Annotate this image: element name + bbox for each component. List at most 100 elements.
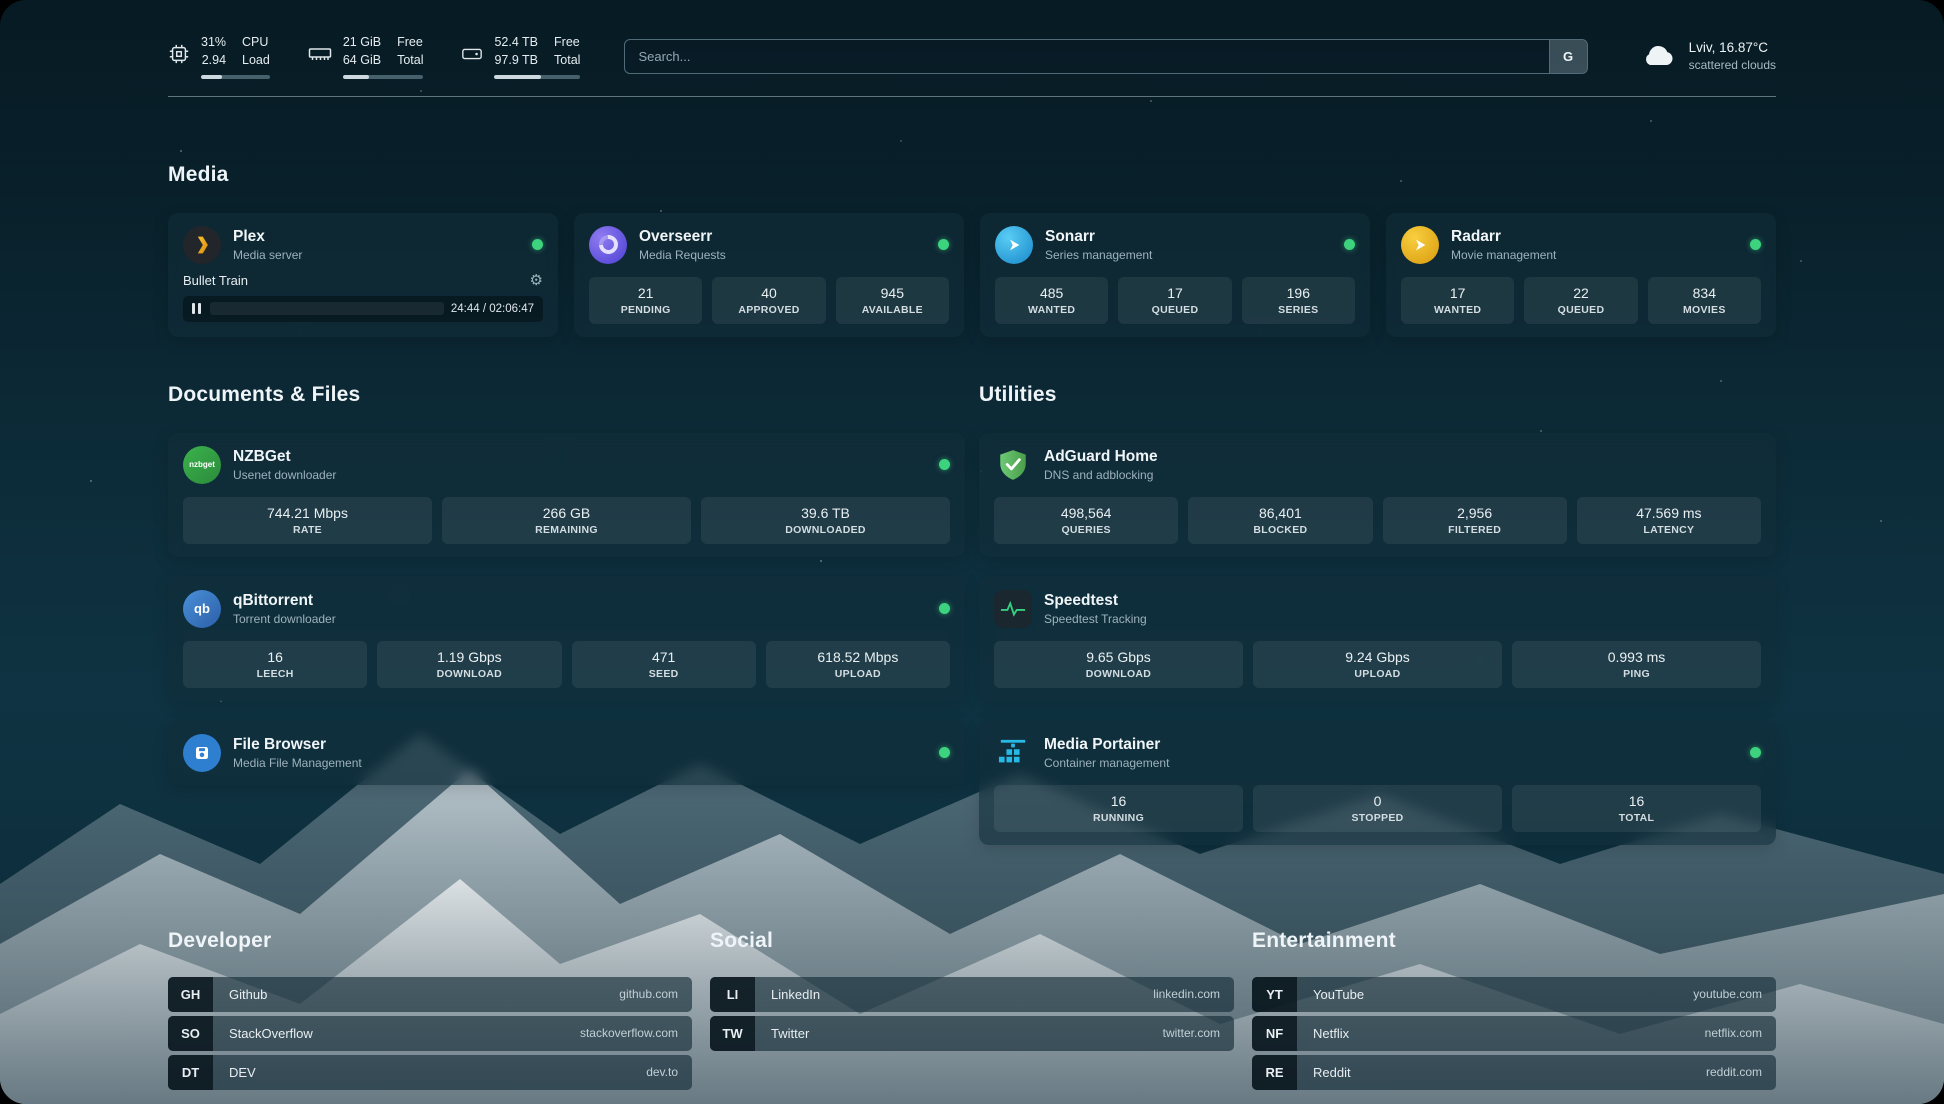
app-name: File Browser [233,735,927,754]
filebrowser-card[interactable]: File Browser Media File Management [168,721,965,785]
bookmarks-developer: Developer GH Github github.com SO StackO… [168,929,692,1090]
plex-card[interactable]: Plex Media server Bullet Train ⚙ 24:44 /… [168,213,558,337]
app-name: Plex [233,227,520,246]
stat-wanted: 17WANTED [1401,277,1514,324]
status-online-dot [938,239,949,250]
radarr-icon [1401,226,1439,264]
disk-free-label: Free [554,34,580,51]
cpu-load-label: Load [242,52,270,69]
bookmark-linkedin[interactable]: LI LinkedIn linkedin.com [710,977,1234,1012]
portainer-icon [994,734,1032,772]
bookmark-badge: NF [1252,1016,1297,1051]
bookmark-badge: TW [710,1016,755,1051]
speedtest-icon [994,590,1032,628]
topbar-divider [168,96,1776,97]
bookmark-name: StackOverflow [229,1026,313,1041]
section-title-entertainment: Entertainment [1252,929,1776,953]
cpu-icon [168,43,190,70]
nzbget-card[interactable]: nzbget NZBGet Usenet downloader 744.21 M… [168,433,965,557]
bookmark-github[interactable]: GH Github github.com [168,977,692,1012]
app-subtitle: Series management [1045,248,1332,262]
qbittorrent-card[interactable]: qb qBittorrent Torrent downloader 16LEEC… [168,577,965,701]
cpu-label: CPU [242,34,270,51]
bookmark-youtube[interactable]: YT YouTube youtube.com [1252,977,1776,1012]
overseerr-card[interactable]: Overseerr Media Requests 21PENDING 40APP… [574,213,964,337]
search-engine-button[interactable]: G [1549,40,1587,73]
bookmark-badge: GH [168,977,213,1012]
stat-latency: 47.569 msLATENCY [1577,497,1761,544]
cloud-icon [1640,41,1676,72]
stat-remaining: 266 GBREMAINING [442,497,691,544]
settings-icon[interactable]: ⚙ [530,273,543,288]
stat-filtered: 2,956FILTERED [1383,497,1567,544]
section-title-developer: Developer [168,929,692,953]
portainer-card[interactable]: Media Portainer Container management 16R… [979,721,1776,845]
weather-condition: scattered clouds [1689,57,1776,74]
bookmark-reddit[interactable]: RE Reddit reddit.com [1252,1055,1776,1090]
cpu-progress-bar [201,75,270,79]
bookmarks-section: Developer GH Github github.com SO StackO… [168,929,1776,1090]
status-online-dot [939,603,950,614]
bookmark-url: github.com [619,987,678,1001]
status-online-dot [1750,747,1761,758]
app-name: qBittorrent [233,591,927,610]
ram-icon [308,44,332,69]
bookmark-badge: SO [168,1016,213,1051]
ram-total-label: Total [397,52,423,69]
sonarr-icon [995,226,1033,264]
pause-icon[interactable] [190,301,203,316]
topbar: 31% CPU 2.94 Load [168,34,1776,79]
stat-approved: 40APPROVED [712,277,825,324]
stat-seed: 471SEED [572,641,756,688]
bookmark-url: netflix.com [1705,1026,1762,1040]
disk-widget: 52.4 TB Free 97.9 TB Total [461,34,580,79]
disk-total-label: Total [554,52,580,69]
sonarr-card[interactable]: Sonarr Series management 485WANTED 17QUE… [980,213,1370,337]
bookmark-name: Netflix [1313,1026,1349,1041]
stat-running: 16RUNNING [994,785,1243,832]
section-title-documents: Documents & Files [168,383,965,407]
stat-total: 16TOTAL [1512,785,1761,832]
ram-progress-bar [343,75,424,79]
bookmark-url: stackoverflow.com [580,1026,678,1040]
app-name: NZBGet [233,447,927,466]
stat-stopped: 0STOPPED [1253,785,1502,832]
search-input[interactable] [625,40,1586,73]
disk-free-value: 52.4 TB [494,34,538,51]
dashboard-window: 31% CPU 2.94 Load [0,0,1944,1104]
stat-ping: 0.993 msPING [1512,641,1761,688]
radarr-card[interactable]: Radarr Movie management 17WANTED 22QUEUE… [1386,213,1776,337]
status-online-dot [532,239,543,250]
bookmark-stackoverflow[interactable]: SO StackOverflow stackoverflow.com [168,1016,692,1051]
bookmark-url: reddit.com [1706,1065,1762,1079]
cpu-load-value: 2.94 [201,52,226,69]
stat-pending: 21PENDING [589,277,702,324]
ram-free-value: 21 GiB [343,34,381,51]
bookmarks-entertainment: Entertainment YT YouTube youtube.com NF … [1252,929,1776,1090]
bookmark-netflix[interactable]: NF Netflix netflix.com [1252,1016,1776,1051]
bookmark-dev[interactable]: DT DEV dev.to [168,1055,692,1090]
main-columns: Documents & Files nzbget NZBGet Usenet d… [168,383,1776,865]
app-name: Overseerr [639,227,926,246]
disk-icon [461,43,483,70]
stat-downloaded: 39.6 TBDOWNLOADED [701,497,950,544]
weather-widget: Lviv, 16.87°C scattered clouds [1640,39,1776,75]
adguard-card[interactable]: AdGuard Home DNS and adblocking 498,564Q… [979,433,1776,557]
stat-queued: 22QUEUED [1524,277,1637,324]
utilities-column: Utilities AdGuard Home [979,383,1776,865]
bookmark-name: Github [229,987,267,1002]
plex-icon [183,226,221,264]
app-subtitle: Speedtest Tracking [1044,612,1761,626]
disk-progress-bar [494,75,580,79]
bookmark-badge: RE [1252,1055,1297,1090]
bookmark-badge: LI [710,977,755,1012]
playback-progress-bar[interactable] [210,302,444,315]
weather-location: Lviv, 16.87°C [1689,39,1776,58]
stat-available: 945AVAILABLE [836,277,949,324]
speedtest-card[interactable]: Speedtest Speedtest Tracking 9.65 GbpsDO… [979,577,1776,701]
status-online-dot [939,459,950,470]
nzbget-icon: nzbget [183,446,221,484]
bookmark-name: LinkedIn [771,987,820,1002]
bookmark-twitter[interactable]: TW Twitter twitter.com [710,1016,1234,1051]
section-title-social: Social [710,929,1234,953]
